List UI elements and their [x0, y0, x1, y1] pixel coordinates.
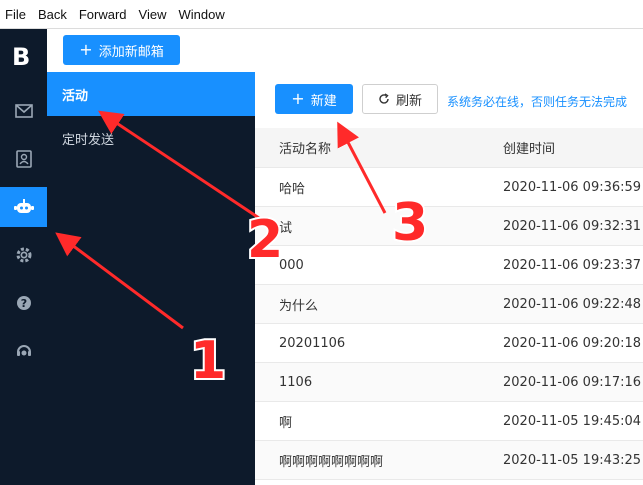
- plus-icon: +: [79, 40, 93, 59]
- cell-activity-name: 为什么: [279, 298, 319, 314]
- svg-text:?: ?: [20, 297, 26, 310]
- main-content: + 新建 刷新 系统务必在线，否则任务无法完成 活动名称 创建时间 哈哈 202…: [255, 72, 643, 485]
- cell-activity-name: 20201106: [279, 335, 346, 351]
- subnav-item-label: 活动: [62, 88, 89, 104]
- top-bar: + 添加新邮箱: [47, 29, 643, 72]
- help-icon: ?: [16, 296, 31, 310]
- cell-created-time: 2020-11-06 09:17:16: [503, 374, 642, 390]
- header-created-time: 创建时间: [503, 142, 556, 157]
- menu-forward[interactable]: Forward: [79, 7, 127, 22]
- cell-created-time: 2020-11-05 19:43:25: [503, 452, 642, 468]
- cell-activity-name: 1106: [279, 374, 313, 390]
- cell-created-time: 2020-11-06 09:23:37: [503, 257, 642, 273]
- menu-back[interactable]: Back: [38, 7, 67, 22]
- gear-icon: [16, 247, 31, 263]
- app-logo: B: [12, 43, 31, 71]
- subnav-item-scheduled-send[interactable]: 定时发送: [47, 116, 255, 160]
- toolbar: + 新建 刷新 系统务必在线，否则任务无法完成: [255, 72, 643, 128]
- mail-icon: [14, 104, 33, 118]
- plus-icon: +: [291, 89, 305, 108]
- rail-robot[interactable]: [0, 187, 47, 227]
- subnav-item-label: 定时发送: [62, 132, 115, 148]
- refresh-icon: [379, 93, 389, 104]
- rail-mail[interactable]: [0, 91, 47, 131]
- rail-support[interactable]: [0, 331, 47, 371]
- rail-contacts[interactable]: [0, 139, 47, 179]
- cell-activity-name: 啊啊啊啊啊啊啊啊: [279, 454, 384, 470]
- table-row[interactable]: 1106 2020-11-06 09:17:16: [255, 363, 643, 402]
- activities-table: 活动名称 创建时间 哈哈 2020-11-06 09:36:59 试 2020-…: [255, 128, 643, 480]
- table-row[interactable]: 000 2020-11-06 09:23:37: [255, 246, 643, 285]
- menu-bar: File Back Forward View Window: [0, 0, 643, 29]
- online-notice: 系统务必在线，否则任务无法完成: [447, 95, 628, 109]
- table-row[interactable]: 20201106 2020-11-06 09:20:18: [255, 324, 643, 363]
- menu-view[interactable]: View: [139, 7, 167, 22]
- secondary-nav: 活动 定时发送: [47, 72, 255, 485]
- robot-icon: [13, 199, 34, 213]
- refresh-label: 刷新: [395, 93, 422, 109]
- app-window: File Back Forward View Window B ? + 添加新邮…: [0, 0, 643, 485]
- rail-help[interactable]: ?: [0, 283, 47, 323]
- header-activity-name: 活动名称: [279, 142, 332, 157]
- cell-activity-name: 试: [279, 220, 293, 236]
- new-label: 新建: [310, 93, 337, 109]
- cell-created-time: 2020-11-06 09:36:59: [503, 179, 642, 195]
- add-mailbox-label: 添加新邮箱: [98, 44, 164, 60]
- cell-created-time: 2020-11-05 19:45:04: [503, 413, 642, 429]
- new-activity-button[interactable]: + 新建: [275, 84, 353, 114]
- cell-created-time: 2020-11-06 09:22:48: [503, 296, 642, 312]
- cell-activity-name: 啊: [279, 415, 293, 431]
- add-mailbox-button[interactable]: + 添加新邮箱: [63, 35, 180, 65]
- contacts-icon: [15, 150, 32, 168]
- subnav-item-activities[interactable]: 活动: [47, 72, 255, 116]
- cell-created-time: 2020-11-06 09:32:31: [503, 218, 642, 234]
- cell-created-time: 2020-11-06 09:20:18: [503, 335, 642, 351]
- refresh-button[interactable]: 刷新: [362, 84, 438, 114]
- support-icon: [16, 345, 31, 356]
- menu-file[interactable]: File: [5, 7, 26, 22]
- menu-window[interactable]: Window: [179, 7, 225, 22]
- table-row[interactable]: 为什么 2020-11-06 09:22:48: [255, 285, 643, 324]
- rail-settings[interactable]: [0, 235, 47, 275]
- table-header: 活动名称 创建时间: [255, 128, 643, 168]
- cell-activity-name: 哈哈: [279, 181, 306, 197]
- table-row[interactable]: 哈哈 2020-11-06 09:36:59: [255, 168, 643, 207]
- icon-rail: B ?: [0, 29, 47, 485]
- table-row[interactable]: 试 2020-11-06 09:32:31: [255, 207, 643, 246]
- table-row[interactable]: 啊啊啊啊啊啊啊啊 2020-11-05 19:43:25: [255, 441, 643, 480]
- cell-activity-name: 000: [279, 257, 304, 273]
- table-row[interactable]: 啊 2020-11-05 19:45:04: [255, 402, 643, 441]
